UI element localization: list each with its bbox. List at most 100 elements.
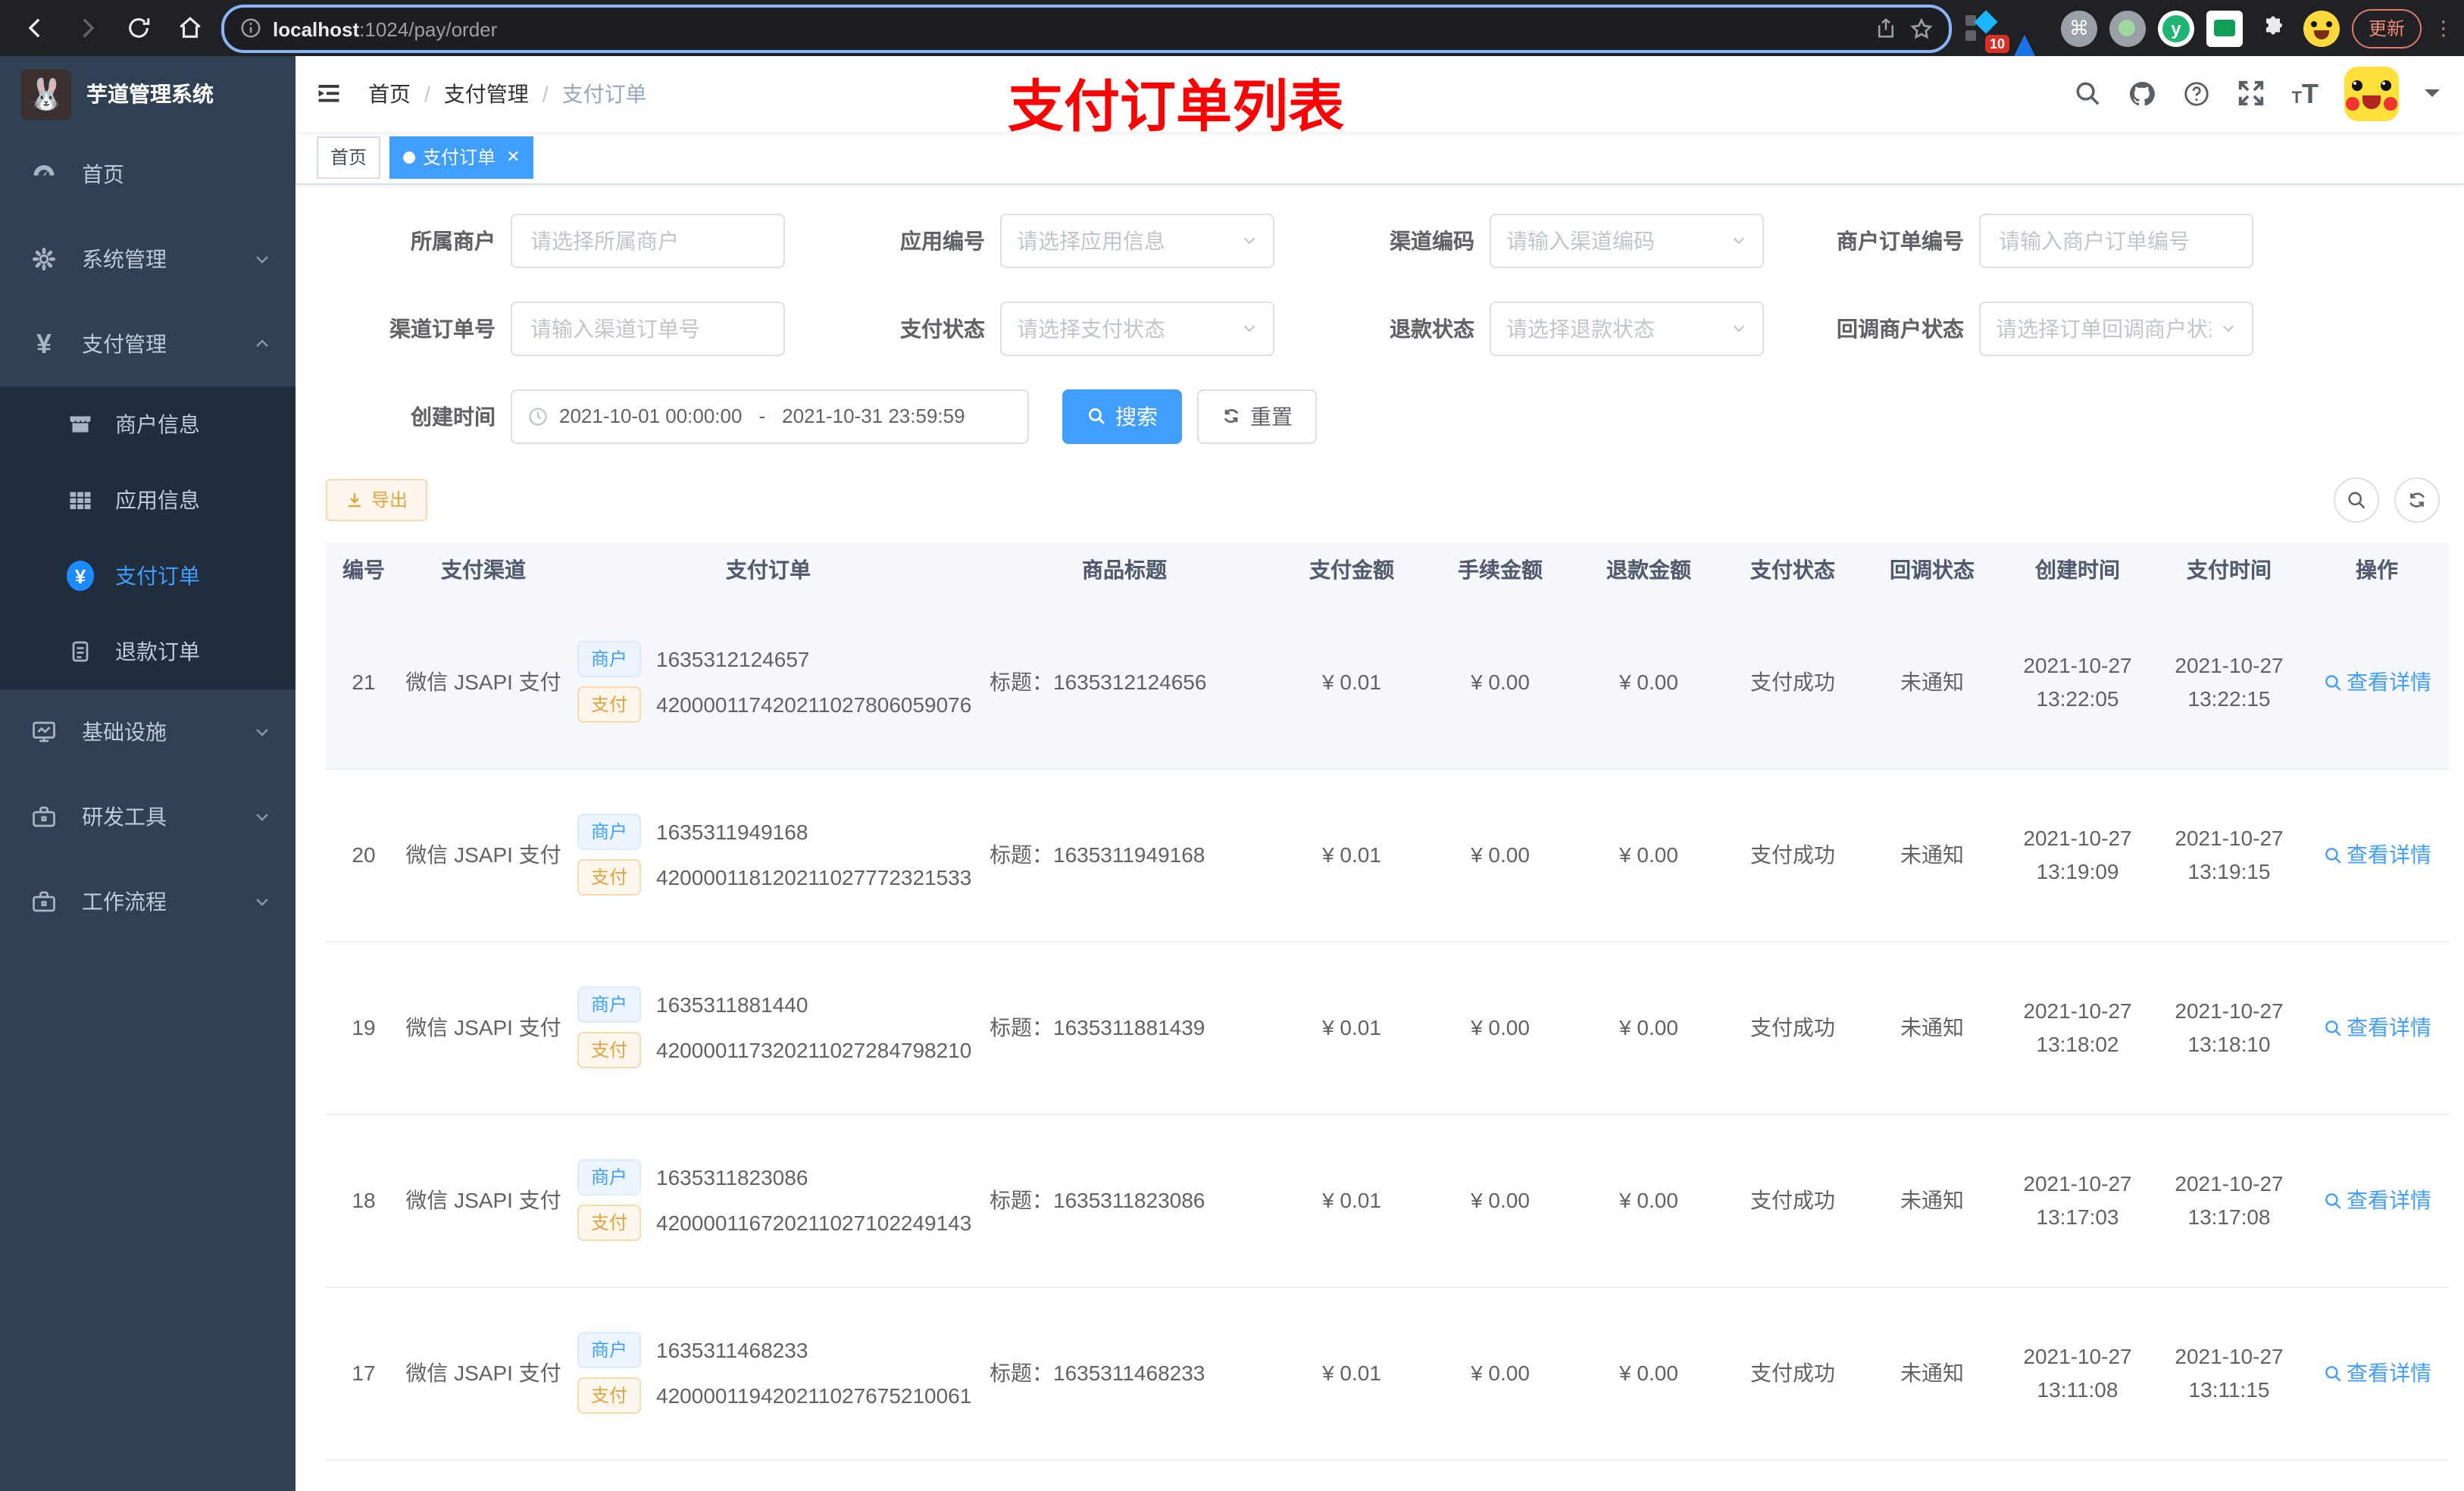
app-logo-row[interactable]: 🐰 芋道管理系统 (0, 56, 295, 132)
pay-order-cell: 商户 1635311468233 支付 4200001194202110276752… (565, 1286, 971, 1461)
user-avatar[interactable] (2344, 66, 2399, 121)
product-title: 标题：1635311823086 (971, 1114, 1277, 1288)
breadcrumb-pay[interactable]: 支付管理 (444, 79, 529, 109)
tag-pay-order[interactable]: 支付订单 ✕ (389, 136, 534, 179)
share-icon[interactable] (1875, 17, 1897, 39)
address-bar[interactable]: localhost:1024/pay/order (221, 4, 1952, 52)
show-search-toggle-button[interactable] (2334, 477, 2379, 523)
actions-cell: 查看详情 (2305, 1114, 2449, 1288)
filter-merchant-order-no: 商户订单编号 (1794, 213, 2253, 268)
refund-amount: ¥ 0.00 (1574, 1114, 1723, 1288)
view-detail-link[interactable]: 查看详情 (2322, 1013, 2431, 1043)
view-detail-link[interactable]: 查看详情 (2322, 667, 2431, 698)
refresh-table-button[interactable] (2394, 477, 2440, 523)
search-button[interactable]: 搜索 (1062, 389, 1182, 444)
pay-status-select[interactable]: 请选择支付状态 (1000, 301, 1274, 356)
chevron-down-icon (253, 250, 271, 268)
site-info-icon[interactable] (239, 17, 262, 39)
tag-home[interactable]: 首页 (317, 136, 381, 179)
search-icon[interactable] (2074, 80, 2103, 108)
profile-avatar-icon[interactable] (2303, 10, 2340, 46)
notify-status: 未通知 (1862, 941, 2002, 1115)
sidebar-item-workflow[interactable]: 工作流程 (0, 859, 295, 944)
sidebar-item-pay[interactable]: ¥ 支付管理 (0, 302, 295, 386)
browser-menu-icon[interactable]: ⋮ (2434, 18, 2453, 38)
gear-icon (30, 245, 58, 273)
export-button[interactable]: 导出 (326, 478, 428, 521)
puzzle-extensions-icon[interactable] (2255, 10, 2291, 46)
pay-order-cell: 商户 1635311881440 支付 4200001173202110272847… (565, 941, 971, 1115)
sidebar-item-merchant-info[interactable]: 商户信息 (0, 386, 295, 462)
table-toolbar: 导出 (295, 477, 2464, 523)
reset-button[interactable]: 重置 (1197, 389, 1317, 444)
actions-cell: 查看详情 (2305, 768, 2449, 942)
command-extension-icon[interactable]: ⌘ (2060, 10, 2097, 46)
chevron-down-icon (1241, 320, 1258, 337)
browser-home-icon[interactable] (170, 8, 209, 48)
view-detail-link[interactable]: 查看详情 (2322, 1358, 2431, 1389)
sidebar-item-refund-order[interactable]: 退款订单 (0, 614, 295, 689)
y-extension-icon[interactable]: y (2157, 10, 2194, 46)
chat-extension-icon[interactable] (2206, 10, 2243, 46)
browser-back-icon[interactable] (15, 8, 55, 48)
merchant-input[interactable] (527, 227, 768, 255)
pay-tag: 支付 (577, 686, 642, 724)
refund-status-select[interactable]: 请选择退款状态 (1490, 301, 1764, 356)
close-icon[interactable]: ✕ (506, 148, 520, 167)
help-icon[interactable] (2183, 80, 2212, 108)
order-id: 19 (326, 941, 402, 1115)
app-title: 芋道管理系统 (86, 82, 214, 106)
clock-icon (527, 406, 549, 427)
pay-channel: 微信 JSAPI 支付 (402, 1114, 565, 1288)
sidebar-item-system[interactable]: 系统管理 (0, 217, 295, 302)
font-size-icon[interactable]: TT (2292, 80, 2319, 108)
merchant-order-no-input[interactable] (1996, 227, 2237, 255)
sidebar-item-infra[interactable]: 基础设施 (0, 689, 295, 774)
dot-extension-icon[interactable] (2109, 10, 2146, 46)
bookmark-star-icon[interactable] (1909, 16, 1934, 40)
pay-order-cell: 商户 1635311949168 支付 4200001181202110277723… (565, 768, 971, 942)
sidebar-item-pay-order[interactable]: ¥ 支付订单 (0, 538, 295, 614)
chevron-up-icon (253, 335, 271, 353)
pinned-extension-icon[interactable]: 10 (1964, 9, 2009, 52)
browser-update-button[interactable]: 更新 (2351, 8, 2422, 48)
chevron-down-icon (1241, 233, 1258, 249)
kite-extension-icon[interactable] (2012, 10, 2049, 58)
browser-reload-icon[interactable] (118, 8, 158, 48)
github-icon[interactable] (2128, 80, 2157, 108)
callback-status-select[interactable]: 请选择订单回调商户状态 (1979, 301, 2253, 356)
view-detail-link[interactable]: 查看详情 (2322, 1186, 2431, 1216)
sidebar-item-devtools[interactable]: 研发工具 (0, 774, 295, 859)
date-range-input[interactable]: 2021-10-01 00:00:00 - 2021-10-31 23:59:5… (511, 389, 1029, 444)
breadcrumb-home[interactable]: 首页 (368, 79, 411, 109)
channel-code-select[interactable]: 请输入渠道编码 (1490, 213, 1764, 268)
filter-form: 所属商户 应用编号 请选择应用信息 渠道编码 (295, 185, 2464, 444)
shop-icon (67, 411, 94, 438)
fee-amount: ¥ 0.00 (1426, 941, 1574, 1115)
extension-badge: 10 (1984, 34, 2009, 52)
notify-status: 未通知 (1862, 768, 2002, 942)
url-text: localhost:1024/pay/order (273, 17, 498, 40)
create-time: 2021-10-27 13:11:08 (2002, 1286, 2153, 1461)
navbar: 首页 / 支付管理 / 支付订单 支付订单列表 TT (295, 56, 2464, 138)
product-title: 标题：1635311881439 (971, 941, 1277, 1115)
pay-channel: 微信 JSAPI 支付 (402, 768, 565, 942)
sidebar-item-home[interactable]: 首页 (0, 132, 295, 217)
view-detail-link[interactable]: 查看详情 (2322, 840, 2431, 871)
fullscreen-icon[interactable] (2237, 80, 2266, 108)
notify-status: 未通知 (1862, 1286, 2002, 1461)
browser-forward-icon[interactable] (67, 8, 106, 48)
avatar-caret-icon[interactable] (2425, 89, 2440, 105)
refund-amount: ¥ 0.00 (1574, 941, 1723, 1115)
pay-status: 支付成功 (1723, 596, 1862, 770)
pay-time: 2021-10-27 13:22:15 (2153, 596, 2305, 770)
grid-icon (67, 486, 94, 514)
actions-cell: 查看详情 (2305, 596, 2449, 770)
channel-order-no-input[interactable] (527, 314, 768, 342)
sidebar-item-app-info[interactable]: 应用信息 (0, 462, 295, 538)
hamburger-icon[interactable] (314, 80, 344, 108)
create-time: 2021-10-27 13:17:03 (2002, 1114, 2153, 1288)
actions-cell: 查看详情 (2305, 1286, 2449, 1461)
app-select[interactable]: 请选择应用信息 (1000, 213, 1274, 268)
document-icon (67, 638, 94, 665)
